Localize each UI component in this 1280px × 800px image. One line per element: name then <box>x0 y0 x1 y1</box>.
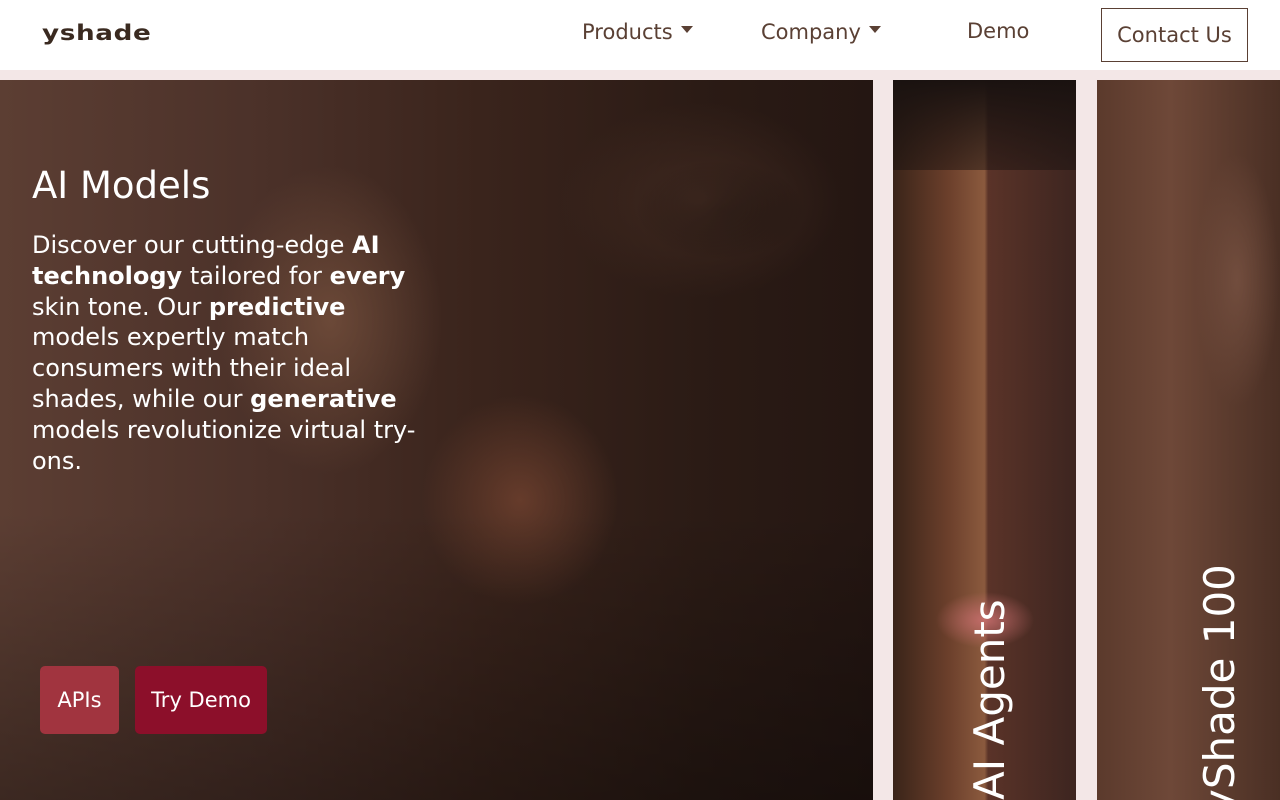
nav-products-label: Products <box>582 20 673 44</box>
apis-button[interactable]: APIs <box>40 666 119 734</box>
desc-text: tailored for <box>182 261 330 290</box>
panel-title: AI Models <box>32 164 211 207</box>
chevron-down-icon <box>868 25 881 33</box>
ai-models-panel[interactable]: AI Models Discover our cutting-edge AI t… <box>0 80 873 800</box>
ai-agents-label: AI Agents <box>965 599 1014 800</box>
desc-highlight: generative <box>250 384 397 413</box>
nav-products[interactable]: Products <box>582 20 693 44</box>
nav-company[interactable]: Company <box>761 20 881 44</box>
site-header: yshade Products Company Demo Contact Us <box>0 0 1280 70</box>
desc-highlight: predictive <box>208 292 346 321</box>
nav-company-label: Company <box>761 20 861 44</box>
chevron-down-icon <box>680 25 693 33</box>
panel-description: Discover our cutting-edge AI technology … <box>32 230 422 476</box>
yshade-100-label: yShade 100 <box>1195 564 1244 800</box>
desc-text: skin tone. Our <box>32 292 209 321</box>
desc-highlight: every <box>329 261 406 290</box>
nav-demo[interactable]: Demo <box>967 19 1029 43</box>
contact-us-button[interactable]: Contact Us <box>1101 8 1248 62</box>
logo[interactable]: yshade <box>42 21 151 45</box>
ai-agents-panel[interactable]: AI Agents <box>893 80 1076 800</box>
nav-demo-label: Demo <box>967 19 1030 43</box>
try-demo-button[interactable]: Try Demo <box>135 666 267 734</box>
desc-text: models revolutionize virtual try-ons. <box>32 415 416 475</box>
yshade-100-panel[interactable]: yShade 100 <box>1097 80 1280 800</box>
desc-text: Discover our cutting-edge <box>32 231 353 259</box>
